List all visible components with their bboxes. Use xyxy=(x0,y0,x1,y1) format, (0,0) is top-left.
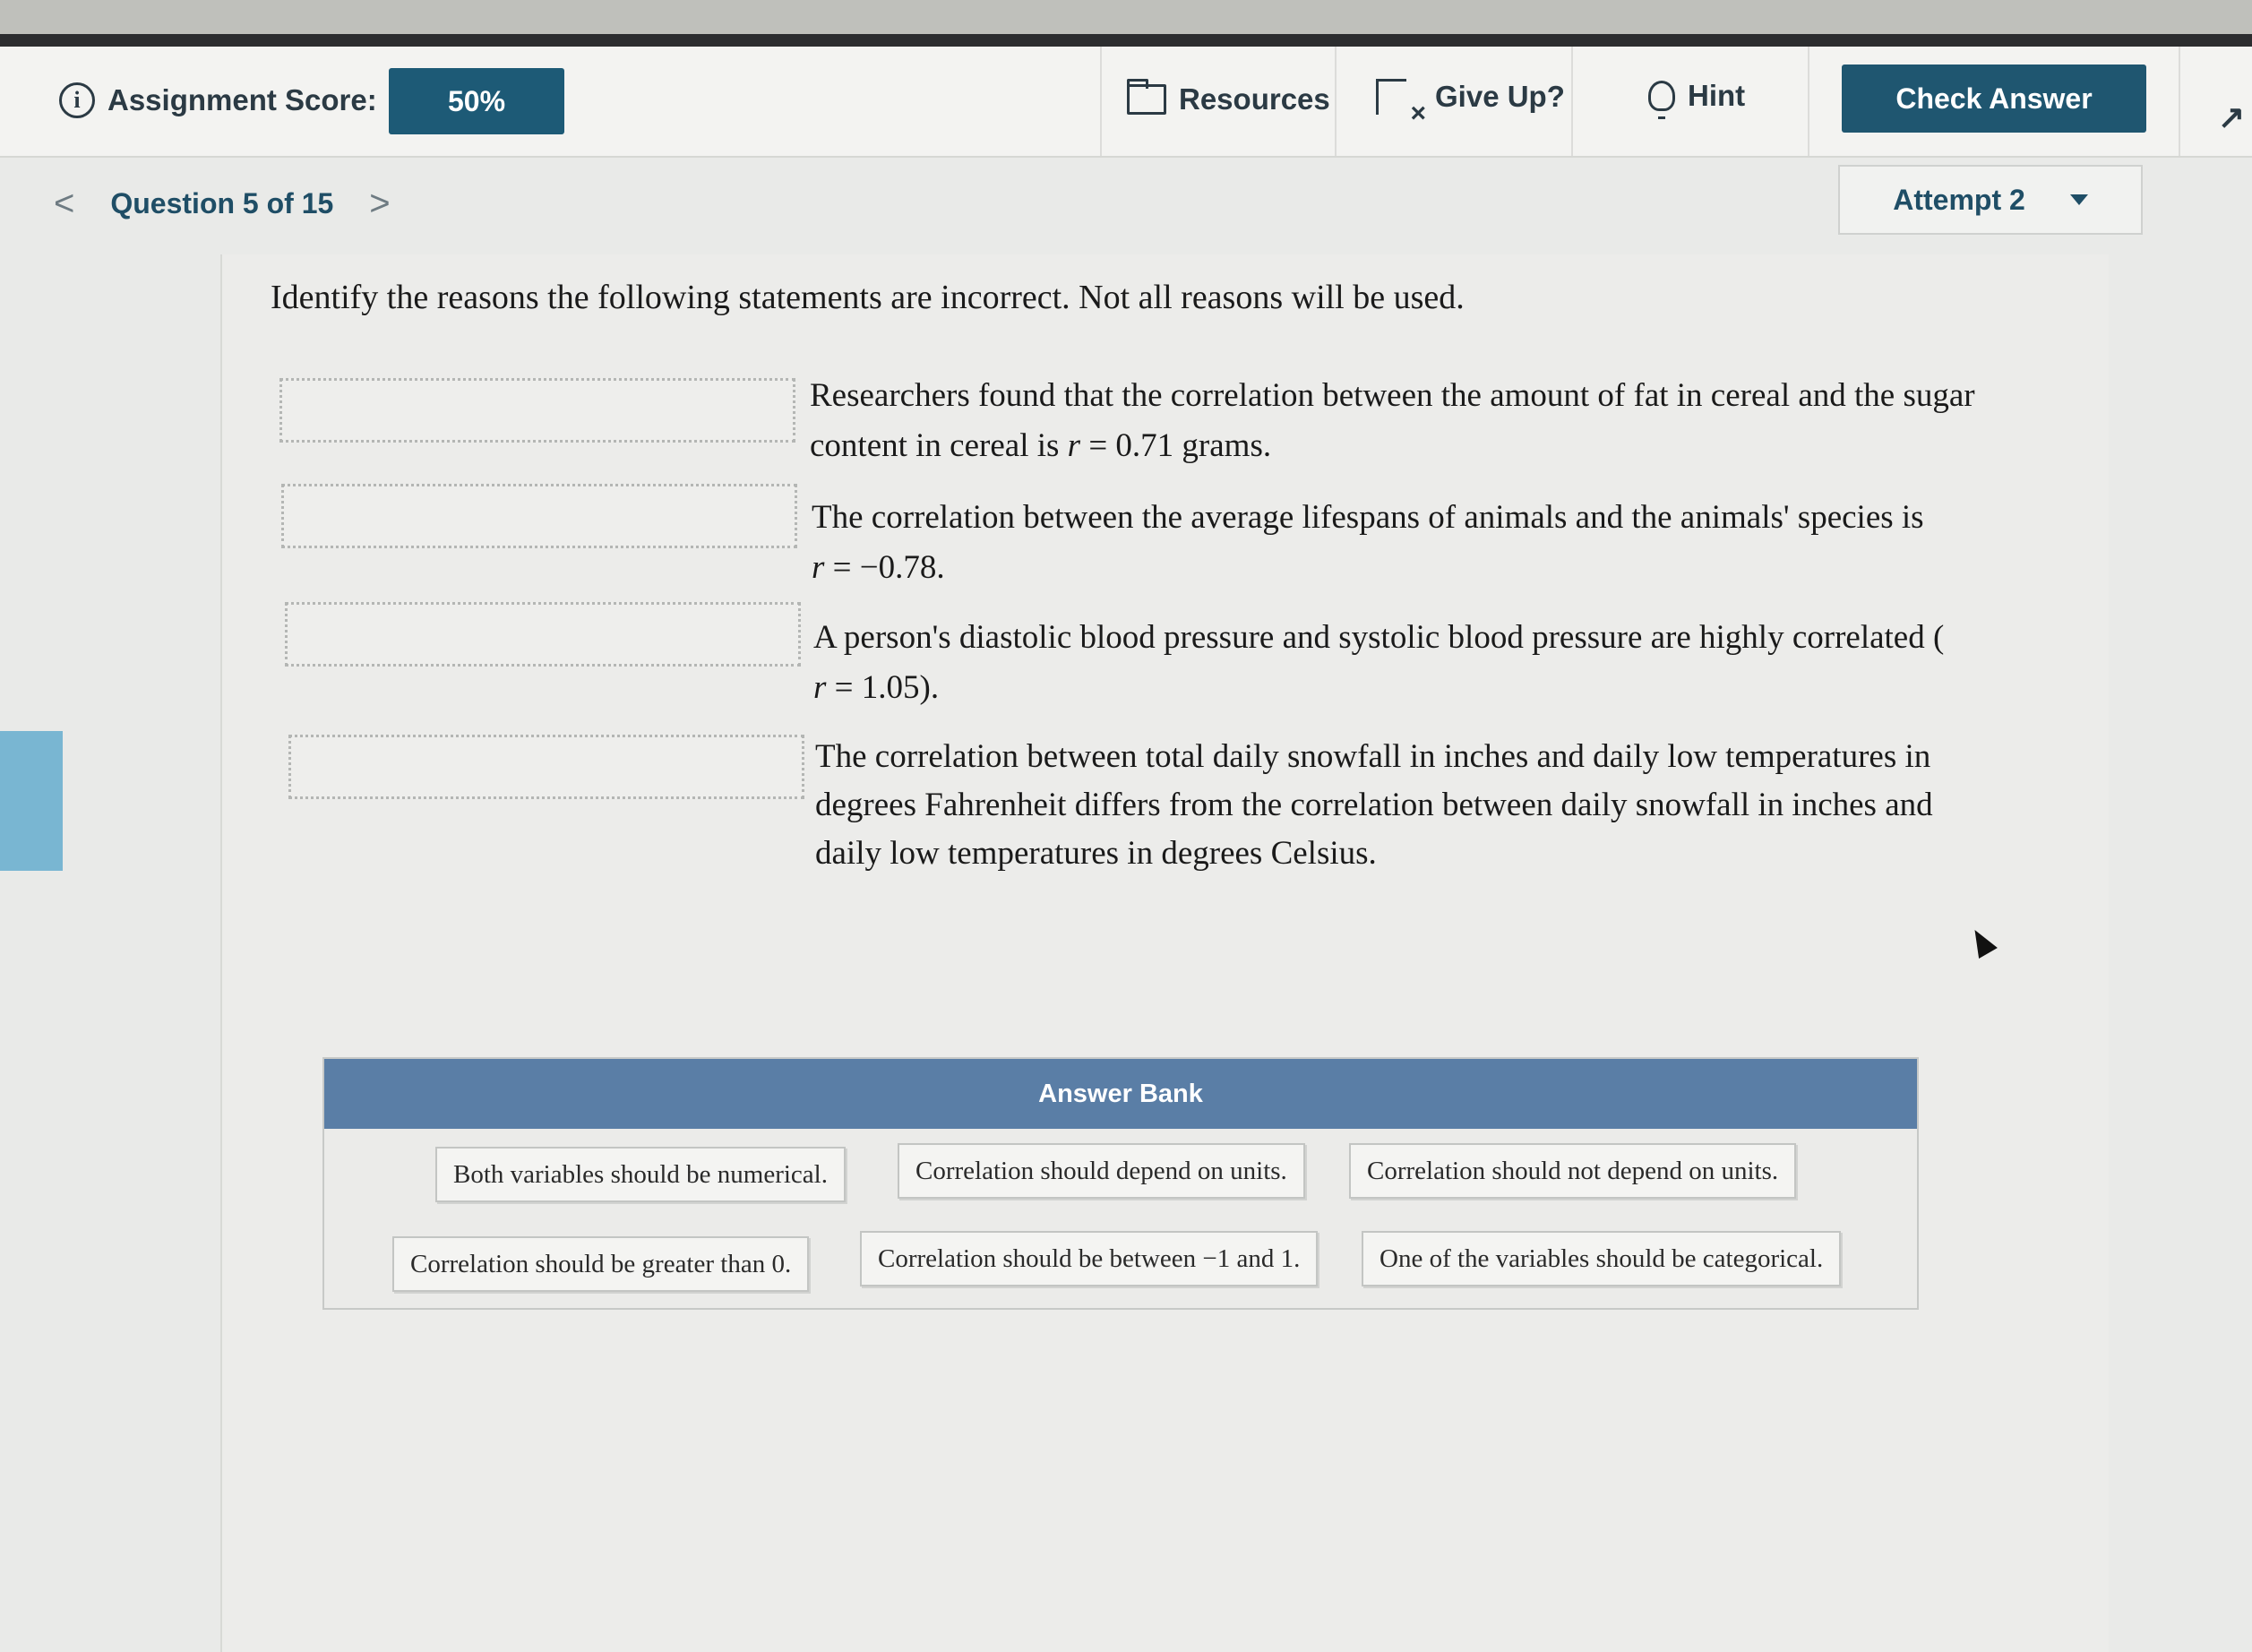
statement-line: A person's diastolic blood pressure and … xyxy=(813,619,1945,656)
previous-question-chevron-icon[interactable]: < xyxy=(54,184,74,224)
answer-bank-title: Answer Bank xyxy=(324,1059,1917,1129)
statement-line: r = −0.78. xyxy=(812,543,2066,593)
folder-icon xyxy=(1127,79,1166,115)
hint-label: Hint xyxy=(1688,79,1746,112)
attempt-label: Attempt 2 xyxy=(1893,183,2025,216)
header-divider xyxy=(1571,47,1573,156)
info-icon-glyph: i xyxy=(73,87,81,113)
answer-bank: Answer Bank Both variables should be num… xyxy=(322,1057,1919,1310)
drop-target[interactable] xyxy=(285,602,801,667)
statement-text: = −0.78. xyxy=(824,549,945,586)
statement-text: = 0.71 grams. xyxy=(1080,427,1272,464)
give-up-icon xyxy=(1376,79,1426,129)
hint-button[interactable]: Hint xyxy=(1648,79,1746,119)
statement-line: r = 1.05). xyxy=(813,663,2067,713)
question-navigation: < Question 5 of 15 > xyxy=(54,184,391,224)
statement-line: The correlation between total daily snow… xyxy=(815,738,1931,775)
drop-target[interactable] xyxy=(281,484,797,548)
header-divider xyxy=(1335,47,1337,156)
side-panel-tab[interactable] xyxy=(0,731,63,871)
statement-3: A person's diastolic blood pressure and … xyxy=(813,613,2067,713)
assignment-score-value: 50% xyxy=(389,68,564,134)
variable-r: r xyxy=(812,549,825,586)
answer-chip[interactable]: Correlation should be greater than 0. xyxy=(392,1236,810,1292)
bezel-bar xyxy=(0,34,2252,47)
statement-2: The correlation between the average life… xyxy=(812,493,2066,593)
next-question-chevron-icon[interactable]: > xyxy=(369,184,390,224)
attempt-dropdown[interactable]: Attempt 2 xyxy=(1838,165,2143,235)
give-up-button[interactable]: Give Up? xyxy=(1376,79,1565,129)
answer-chip[interactable]: Correlation should not depend on units. xyxy=(1349,1143,1797,1199)
resources-label: Resources xyxy=(1179,82,1330,116)
statement-text: content in cereal is xyxy=(810,427,1068,464)
statement-line: degrees Fahrenheit differs from the corr… xyxy=(815,787,1933,823)
answer-chip[interactable]: Correlation should be between −1 and 1. xyxy=(860,1231,1319,1286)
resources-button[interactable]: Resources xyxy=(1127,79,1330,116)
assignment-header: i Assignment Score: 50% Resources Give U… xyxy=(0,47,2252,158)
statement-line: daily low temperatures in degrees Celsiu… xyxy=(815,835,1377,872)
answer-chip[interactable]: Both variables should be numerical. xyxy=(435,1147,846,1202)
statement-text: = 1.05). xyxy=(826,669,940,706)
statement-line: Researchers found that the correlation b… xyxy=(810,377,1975,414)
variable-r: r xyxy=(813,669,827,706)
browser-top-strip xyxy=(0,0,2252,34)
statement-4: The correlation between total daily snow… xyxy=(815,733,2069,878)
answer-chip[interactable]: Correlation should depend on units. xyxy=(898,1143,1305,1199)
expand-icon[interactable]: ↗ xyxy=(2218,99,2245,136)
check-answer-button[interactable]: Check Answer xyxy=(1842,65,2146,133)
lightbulb-icon xyxy=(1648,81,1675,119)
header-divider xyxy=(1808,47,1809,156)
answer-chip[interactable]: One of the variables should be categoric… xyxy=(1362,1231,1842,1286)
header-divider xyxy=(1100,47,1102,156)
give-up-label: Give Up? xyxy=(1435,80,1565,113)
statement-line: The correlation between the average life… xyxy=(812,499,1924,536)
drop-target[interactable] xyxy=(279,378,795,443)
assignment-score-label: Assignment Score: xyxy=(107,83,377,116)
drop-target[interactable] xyxy=(288,735,804,799)
header-divider xyxy=(2179,47,2180,156)
question-counter[interactable]: Question 5 of 15 xyxy=(110,187,333,220)
info-icon[interactable]: i xyxy=(59,82,95,118)
caret-down-icon xyxy=(2069,194,2088,205)
assignment-score-label-group: i Assignment Score: xyxy=(59,82,377,118)
statement-1: Researchers found that the correlation b… xyxy=(810,371,2064,471)
question-prompt: Identify the reasons the following state… xyxy=(271,279,1465,316)
statement-line: content in cereal is r = 0.71 grams. xyxy=(810,421,2064,471)
variable-r: r xyxy=(1067,427,1081,464)
